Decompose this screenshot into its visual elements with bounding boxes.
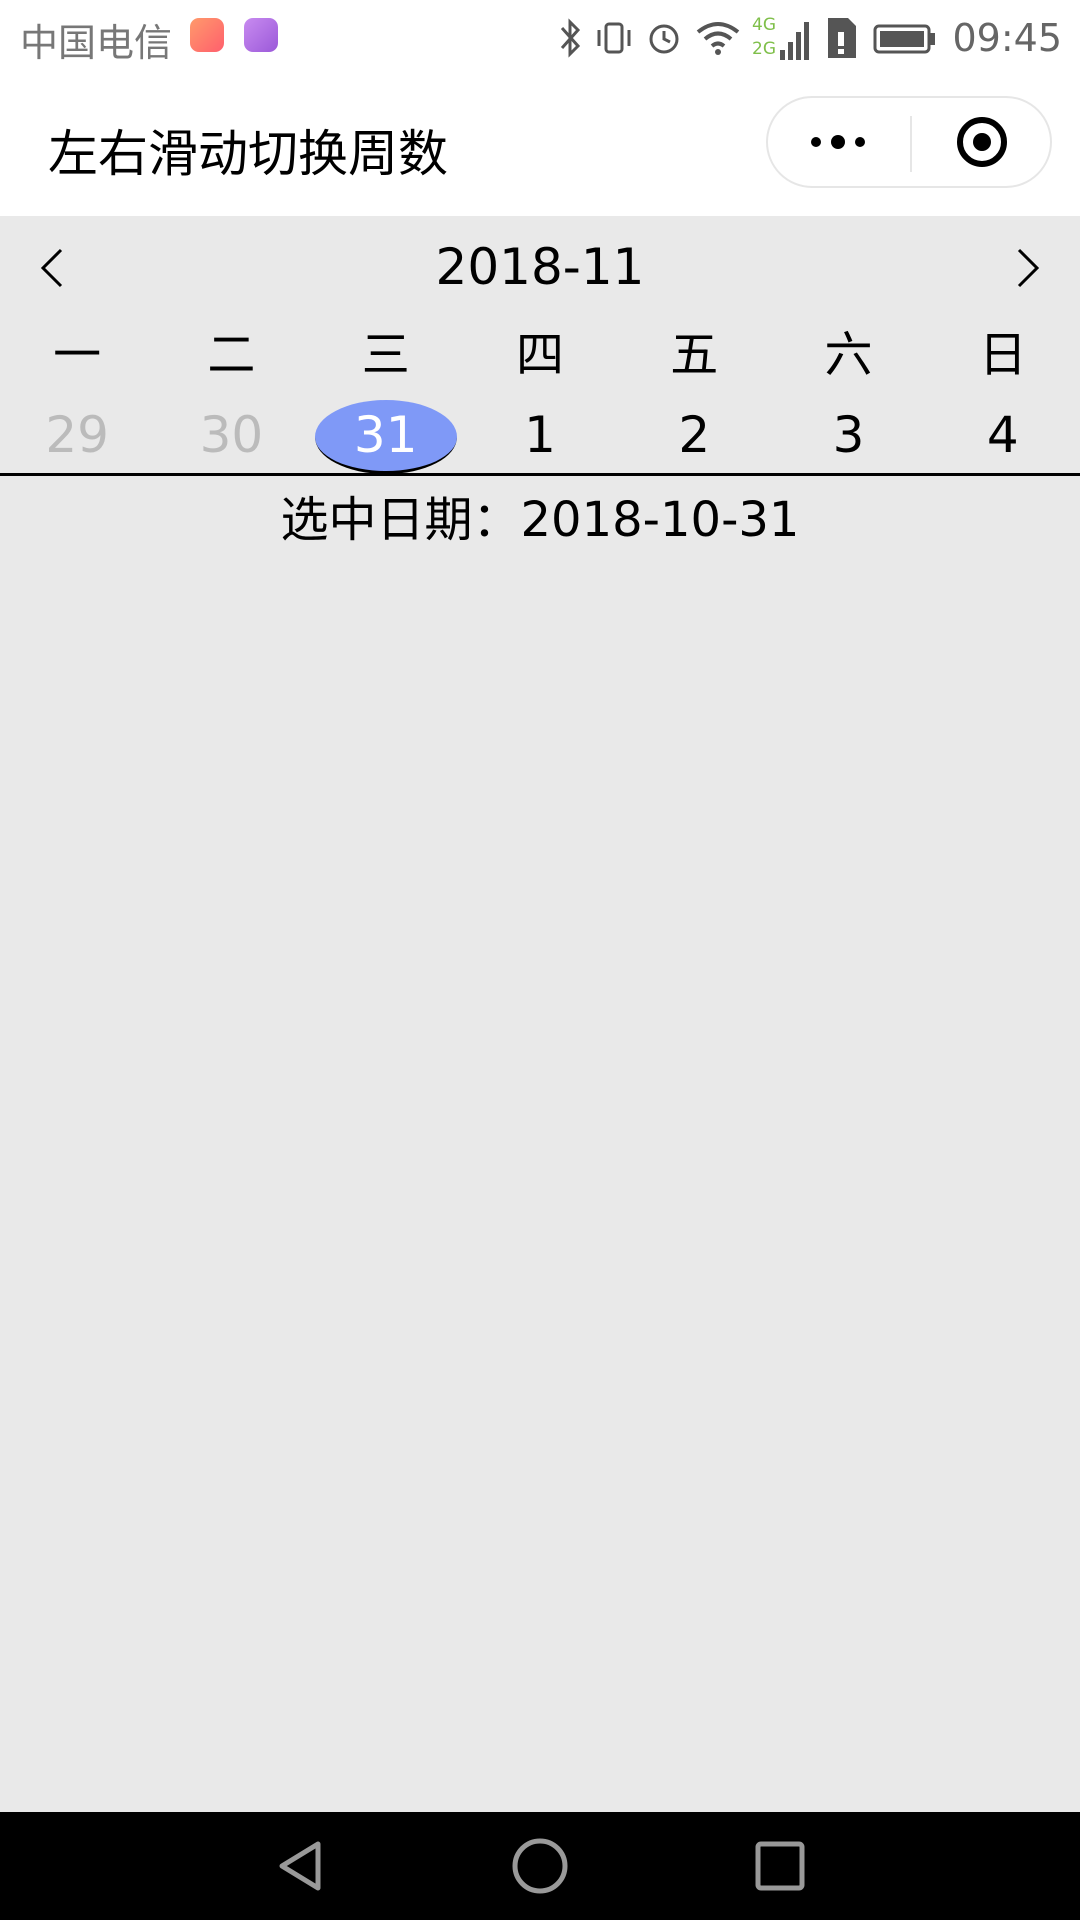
month-row: 2018-11 bbox=[0, 216, 1080, 316]
day-cell[interactable]: 30 bbox=[154, 394, 308, 476]
day-number: 2 bbox=[678, 406, 711, 464]
day-number: 31 bbox=[353, 406, 418, 464]
weekday-header-row: 一 二 三 四 五 六 日 bbox=[0, 316, 1080, 394]
weekday-label: 一 bbox=[53, 327, 102, 383]
health-app-icon bbox=[190, 18, 224, 52]
day-number: 29 bbox=[45, 406, 109, 464]
day-cell[interactable]: 1 bbox=[463, 394, 617, 476]
day-cell[interactable]: 2 bbox=[617, 394, 771, 476]
day-row: 29 30 31 1 2 3 4 bbox=[0, 394, 1080, 476]
home-circle-icon bbox=[512, 1838, 568, 1894]
clock: 09:45 bbox=[952, 16, 1062, 60]
status-bar: 中国电信 4G 2G 09:45 bbox=[0, 0, 1080, 76]
weekday-label: 四 bbox=[515, 327, 564, 383]
weekday-label: 五 bbox=[670, 327, 719, 383]
day-number: 1 bbox=[524, 406, 556, 464]
sim-icon bbox=[828, 18, 857, 58]
svg-text:4G: 4G bbox=[752, 15, 776, 35]
page-title: 左右滑动切换周数 bbox=[48, 125, 448, 183]
back-button[interactable] bbox=[268, 1834, 332, 1898]
capsule-menu bbox=[766, 96, 1052, 188]
weekday-label: 三 bbox=[361, 327, 410, 383]
bluetooth-icon bbox=[561, 18, 581, 58]
weekday-label: 日 bbox=[978, 327, 1027, 383]
vibrate-icon bbox=[597, 22, 631, 54]
divider-line bbox=[0, 473, 1080, 476]
system-navigation-bar bbox=[0, 1812, 1080, 1920]
gallery-app-icon bbox=[244, 18, 278, 52]
day-cell[interactable]: 29 bbox=[0, 394, 154, 476]
day-number: 30 bbox=[199, 406, 264, 464]
signal-icon: 4G 2G bbox=[752, 15, 810, 60]
day-number: 3 bbox=[832, 406, 865, 464]
next-week-button[interactable] bbox=[1004, 244, 1052, 292]
more-icon bbox=[811, 135, 865, 149]
carrier-label: 中国电信 bbox=[20, 21, 173, 65]
day-number: 4 bbox=[986, 406, 1019, 464]
recent-square-icon bbox=[755, 1841, 805, 1891]
svg-text:2G: 2G bbox=[752, 39, 776, 59]
back-triangle-icon bbox=[279, 1841, 321, 1891]
weekday-label: 二 bbox=[207, 327, 256, 383]
page-header: 左右滑动切换周数 bbox=[0, 76, 1080, 216]
status-icons: 4G 2G 09:45 bbox=[546, 10, 1062, 66]
day-cell[interactable]: 3 bbox=[771, 394, 925, 476]
day-cell[interactable]: 31 bbox=[309, 394, 463, 476]
close-target-icon bbox=[957, 117, 1007, 167]
more-button[interactable] bbox=[768, 98, 908, 186]
battery-icon bbox=[873, 24, 936, 54]
recent-apps-button[interactable] bbox=[748, 1834, 812, 1898]
week-calendar[interactable]: 2018-11 一 二 三 四 五 六 日 29 30 31 1 2 3 4 选… bbox=[0, 216, 1080, 550]
selected-date-label: 选中日期：2018-10-31 bbox=[280, 492, 800, 548]
weekday-label: 六 bbox=[824, 327, 873, 383]
month-title: 2018-11 bbox=[435, 238, 645, 296]
day-cell[interactable]: 4 bbox=[926, 394, 1080, 476]
close-button[interactable] bbox=[912, 98, 1052, 186]
chevron-right-icon bbox=[1017, 248, 1040, 288]
home-button[interactable] bbox=[508, 1834, 572, 1898]
alarm-icon bbox=[649, 24, 679, 54]
wifi-icon bbox=[697, 22, 740, 55]
